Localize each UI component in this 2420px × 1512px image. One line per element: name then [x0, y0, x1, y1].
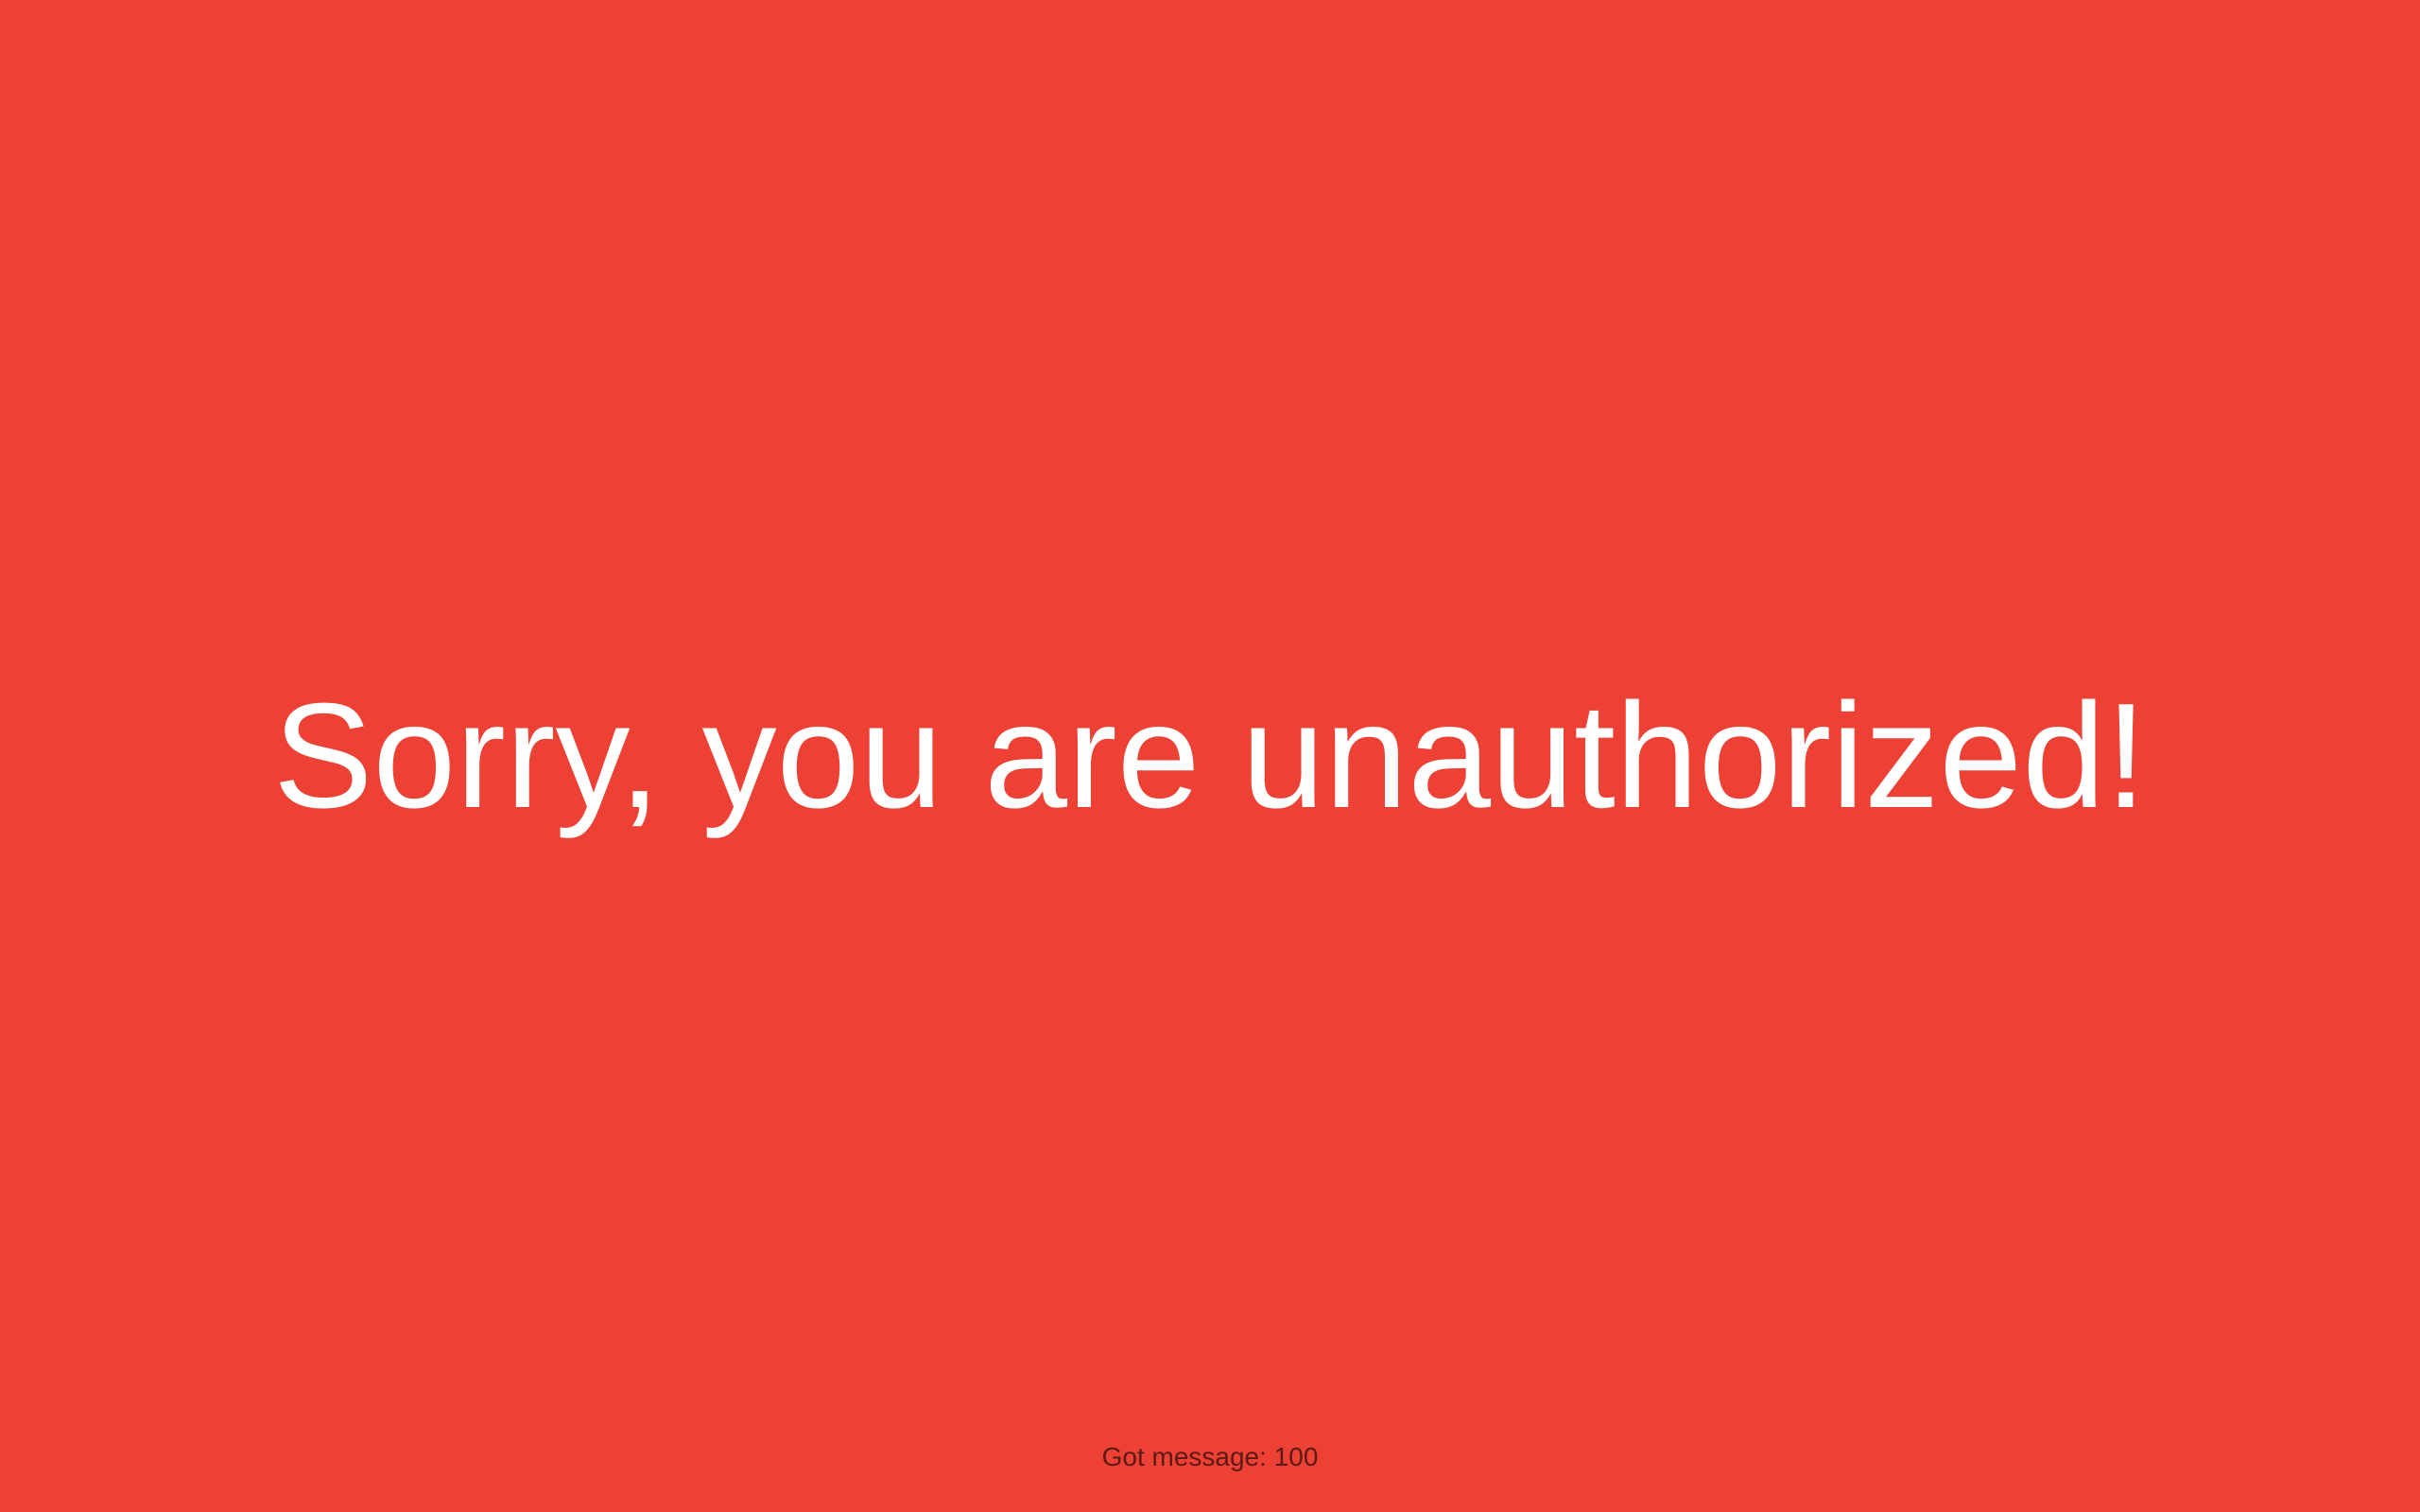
unauthorized-page: { "page": { "background_color": "#EE4136… — [0, 0, 2420, 1512]
unauthorized-message: Sorry, you are unauthorized! — [273, 673, 2147, 839]
status-message: Got message: 100 — [1101, 1442, 1319, 1471]
